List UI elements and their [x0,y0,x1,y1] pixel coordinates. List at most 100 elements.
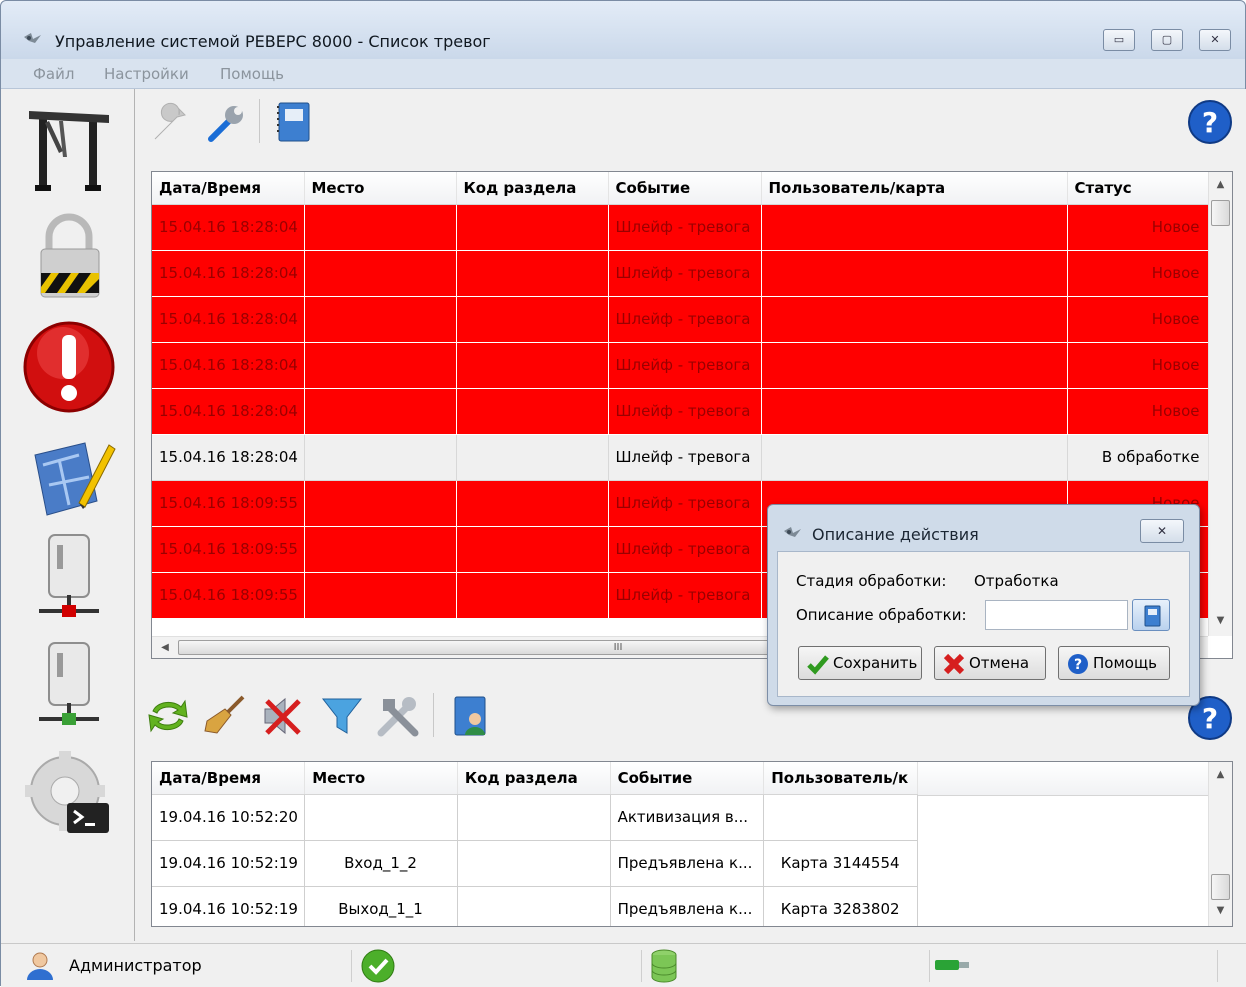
menu-help[interactable]: Помощь [220,65,284,83]
cell-event: Шлейф - тревога [608,480,762,527]
cell-event: Предъявлена к... [610,840,765,887]
minimize-button[interactable]: ▭ [1103,29,1135,51]
col-place[interactable]: Место [304,172,457,205]
server-disconnected-icon[interactable] [19,529,119,629]
tools-icon[interactable] [375,693,421,739]
scroll-up-arrow-icon[interactable]: ▲ [1209,176,1232,194]
col-user-card[interactable]: Пользователь/карта [761,172,1068,205]
console-settings-icon[interactable] [19,741,119,841]
cell-user-card: Карта 3144554 [763,840,918,887]
refresh-icon[interactable] [145,693,191,739]
help-button[interactable]: ? Помощь [1058,646,1170,680]
save-button[interactable]: Сохранить [798,646,922,680]
col-user-card[interactable]: Пользователь/к [763,762,918,795]
stage-label: Стадия обработки: [796,572,947,590]
scroll-down-arrow-icon[interactable]: ▼ [1209,612,1232,630]
cell-user-card [761,342,1068,389]
cell-section-code [457,886,611,926]
dialog-close-button[interactable]: ✕ [1140,519,1184,543]
cell-place [304,794,458,841]
cell-datetime: 19.04.16 10:52:19 [152,886,306,926]
scroll-down-arrow-icon[interactable]: ▼ [1209,902,1232,920]
mute-sound-icon[interactable] [259,693,305,739]
alarm-row[interactable]: 15.04.16 18:28:04 Шлейф - тревога Новое [152,296,1209,343]
cell-place: Выход_1_1 [304,886,458,926]
scroll-thumb[interactable] [1211,874,1230,900]
col-datetime[interactable]: Дата/Время [152,762,306,795]
col-section-code[interactable]: Код раздела [457,762,611,795]
notes-button[interactable] [1132,599,1170,631]
cell-datetime: 15.04.16 18:09:55 [152,480,305,527]
alarm-row[interactable]: 15.04.16 18:28:04 Шлейф - тревога Новое [152,250,1209,297]
maximize-button[interactable]: ▢ [1151,29,1183,51]
notebook-icon [1144,605,1161,627]
cell-section-code [456,204,609,251]
alarm-row[interactable]: 15.04.16 18:28:04 Шлейф - тревога Новое [152,388,1209,435]
event-row[interactable]: 19.04.16 10:52:19 Выход_1_1 Предъявлена к.… [152,886,918,926]
map-edit-icon[interactable] [19,425,119,525]
wrench-disabled-icon[interactable] [147,99,193,145]
cell-datetime: 15.04.16 18:28:04 [152,296,305,343]
cell-status: Новое [1067,388,1209,435]
cell-user-card [761,434,1068,481]
padlock-icon[interactable] [19,207,119,307]
cancel-button[interactable]: Отмена [934,646,1046,680]
alarms-toolbar: ? [141,89,1241,149]
cell-event: Шлейф - тревога [608,434,762,481]
event-row[interactable]: 19.04.16 10:52:19 Вход_1_2 Предъявлена к..… [152,840,918,887]
app-icon [24,33,41,43]
cell-event: Предъявлена к... [610,886,765,926]
cross-icon [943,653,965,675]
title-bar[interactable]: Управление системой РЕВЕРС 8000 - Список… [1,1,1245,59]
scroll-left-arrow-icon[interactable]: ◀ [156,639,174,657]
alarms-vscrollbar[interactable]: ▲ ▼ [1208,172,1232,636]
alarm-row[interactable]: 15.04.16 18:28:04 Шлейф - тревога Новое [152,204,1209,251]
alarm-icon[interactable] [19,317,119,417]
col-place[interactable]: Место [304,762,458,795]
menu-settings[interactable]: Настройки [104,65,189,83]
cell-section-code [456,572,609,619]
cell-datetime: 15.04.16 18:09:55 [152,526,305,573]
cell-datetime: 15.04.16 18:28:04 [152,204,305,251]
cell-datetime: 19.04.16 10:52:19 [152,840,306,887]
cell-event: Шлейф - тревога [608,526,762,573]
turnstile-icon[interactable] [19,97,119,197]
event-row[interactable]: 19.04.16 10:52:20 Активизация в... [152,794,918,841]
cell-place [304,204,457,251]
close-button[interactable]: ✕ [1199,29,1231,51]
col-event[interactable]: Событие [610,762,765,795]
cell-datetime: 15.04.16 18:09:55 [152,572,305,619]
cell-section-code [456,342,609,389]
col-datetime[interactable]: Дата/Время [152,172,305,205]
stage-value: Отработка [974,572,1059,590]
cell-user-card: Карта 3283802 [763,886,918,926]
svg-text:?: ? [1202,106,1218,139]
cell-event: Шлейф - тревога [608,342,762,389]
cell-status: В обработке [1067,434,1209,481]
filter-icon[interactable] [319,693,365,739]
broom-icon[interactable] [201,693,247,739]
col-status[interactable]: Статус [1067,172,1209,205]
help-icon[interactable]: ? [1187,99,1233,145]
alarm-row[interactable]: 15.04.16 18:28:04 Шлейф - тревога Новое [152,342,1209,389]
cell-status: Новое [1067,296,1209,343]
events-vscrollbar[interactable]: ▲ ▼ [1208,762,1232,926]
notebook-icon[interactable] [271,99,317,145]
col-event[interactable]: Событие [608,172,762,205]
cell-event: Шлейф - тревога [608,296,762,343]
cell-user-card [761,204,1068,251]
alarm-row[interactable]: 15.04.16 18:28:04 Шлейф - тревога В обрабо… [152,434,1209,481]
scroll-thumb[interactable] [1211,200,1230,226]
cell-section-code [456,250,609,297]
dialog-title: Описание действия [812,525,979,544]
cell-status: Новое [1067,342,1209,389]
menu-file[interactable]: Файл [33,65,74,83]
description-input[interactable] [985,600,1128,630]
server-connected-icon[interactable] [19,637,119,737]
cell-event: Активизация в... [610,794,765,841]
scroll-up-arrow-icon[interactable]: ▲ [1209,766,1232,784]
user-notebook-icon[interactable] [447,693,493,739]
wrench-icon[interactable] [203,99,249,145]
col-section-code[interactable]: Код раздела [456,172,609,205]
action-description-dialog: Описание действия ✕ Стадия обработки: От… [767,504,1200,706]
